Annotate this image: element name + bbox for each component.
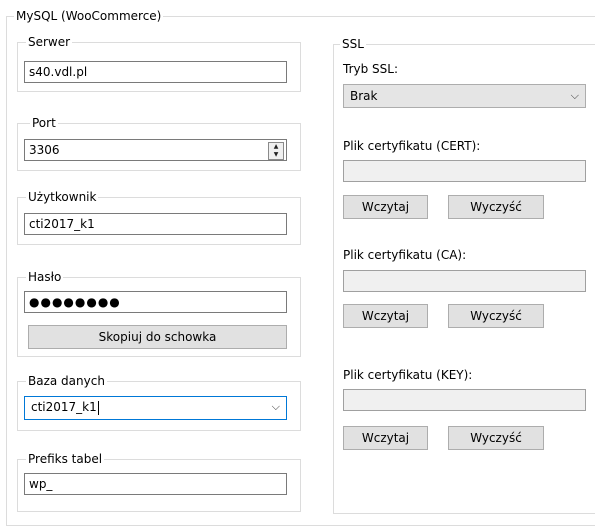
prefix-input[interactable]: wp_ bbox=[24, 473, 287, 495]
key-label: Plik certyfikatu (KEY): bbox=[343, 368, 473, 382]
spin-up-icon[interactable]: ▲ bbox=[269, 143, 283, 151]
chevron-down-icon[interactable]: ⌵ bbox=[272, 397, 280, 417]
password-label: Hasło bbox=[26, 270, 64, 284]
key-load-button[interactable]: Wczytaj bbox=[343, 426, 428, 450]
text-caret bbox=[97, 400, 99, 415]
chevron-down-icon[interactable]: ⌵ bbox=[571, 85, 579, 107]
ssl-mode-label: Tryb SSL: bbox=[343, 62, 398, 76]
database-value: cti2017_k1 bbox=[31, 400, 97, 414]
spin-down-icon[interactable]: ▼ bbox=[269, 151, 283, 159]
copy-to-clipboard-button[interactable]: Skopiuj do schowka bbox=[28, 325, 287, 349]
cert-load-button[interactable]: Wczytaj bbox=[343, 195, 428, 219]
port-input[interactable]: 3306 ▲ ▼ bbox=[24, 139, 287, 161]
port-label: Port bbox=[30, 116, 58, 130]
database-label: Baza danych bbox=[26, 374, 107, 388]
database-combo[interactable]: cti2017_k1 ⌵ bbox=[24, 396, 287, 420]
cert-path-field bbox=[343, 160, 586, 182]
key-path-field bbox=[343, 389, 586, 411]
mysql-group-title: MySQL (WooCommerce) bbox=[14, 9, 164, 23]
ca-path-field bbox=[343, 270, 586, 292]
password-input[interactable]: ●●●●●●●● bbox=[24, 291, 287, 313]
cert-label: Plik certyfikatu (CERT): bbox=[343, 139, 481, 153]
port-value: 3306 bbox=[29, 143, 60, 157]
cert-clear-button[interactable]: Wyczyść bbox=[448, 195, 544, 219]
ca-load-button[interactable]: Wczytaj bbox=[343, 304, 428, 328]
key-clear-button[interactable]: Wyczyść bbox=[448, 426, 544, 450]
user-label: Użytkownik bbox=[26, 190, 99, 204]
prefix-label: Prefiks tabel bbox=[26, 452, 105, 466]
ssl-title: SSL bbox=[340, 37, 366, 51]
port-spinner[interactable]: ▲ ▼ bbox=[268, 142, 284, 160]
user-input[interactable]: cti2017_k1 bbox=[24, 213, 287, 235]
server-input[interactable]: s40.vdl.pl bbox=[24, 61, 287, 83]
ssl-mode-select[interactable]: Brak ⌵ bbox=[343, 84, 586, 108]
server-label: Serwer bbox=[26, 35, 73, 49]
ca-clear-button[interactable]: Wyczyść bbox=[448, 304, 544, 328]
ssl-mode-value: Brak bbox=[350, 89, 378, 103]
ca-label: Plik certyfikatu (CA): bbox=[343, 248, 467, 262]
